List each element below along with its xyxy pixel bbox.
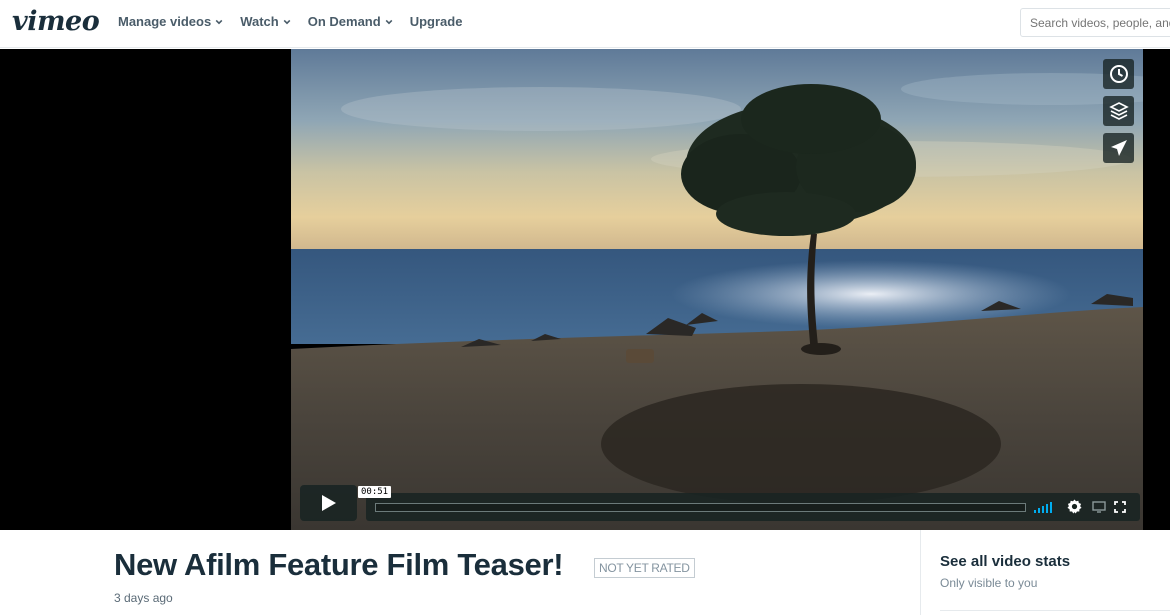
video-title: New Afilm Feature Film Teaser! bbox=[114, 547, 564, 582]
send-icon bbox=[1110, 140, 1127, 156]
fullscreen-icon[interactable] bbox=[1114, 501, 1126, 513]
vimeo-logo[interactable]: vimeo bbox=[12, 6, 100, 37]
volume-icon[interactable] bbox=[1034, 501, 1056, 513]
nav-on-demand-label: On Demand bbox=[307, 14, 381, 29]
divider bbox=[940, 610, 1170, 611]
clock-icon bbox=[1109, 65, 1128, 83]
nav-manage-videos-label: Manage videos bbox=[118, 14, 212, 29]
nav-manage-videos[interactable]: Manage videos bbox=[118, 14, 223, 29]
nav-upgrade-label: Upgrade bbox=[409, 14, 463, 29]
seek-bar[interactable] bbox=[375, 503, 1026, 512]
video-sidebar: See all video stats Only visible to you bbox=[920, 530, 1170, 615]
player-control-bar bbox=[366, 493, 1140, 521]
nav-watch[interactable]: Watch bbox=[240, 14, 291, 29]
play-button[interactable] bbox=[300, 485, 357, 521]
settings-gear-icon[interactable] bbox=[1067, 499, 1082, 514]
nav-watch-label: Watch bbox=[240, 14, 279, 29]
chevron-down-icon bbox=[385, 19, 393, 24]
main-nav: Manage videos Watch On Demand Upgrade bbox=[118, 14, 462, 29]
nav-on-demand[interactable]: On Demand bbox=[308, 14, 393, 29]
stats-visibility-note: Only visible to you bbox=[940, 576, 1038, 590]
video-player bbox=[0, 49, 1170, 530]
upload-date: 3 days ago bbox=[114, 591, 173, 605]
see-all-stats-link[interactable]: See all video stats bbox=[940, 553, 1070, 570]
layers-icon bbox=[1108, 102, 1129, 120]
video-still-image bbox=[291, 49, 1143, 530]
chevron-down-icon bbox=[283, 19, 291, 24]
search-input[interactable] bbox=[1020, 8, 1170, 37]
share-button[interactable] bbox=[1103, 133, 1134, 163]
rating-badge: NOT YET RATED bbox=[594, 558, 695, 578]
nav-upgrade[interactable]: Upgrade bbox=[410, 14, 463, 29]
top-navigation-bar: vimeo Manage videos Watch On Demand Upgr… bbox=[0, 0, 1170, 48]
play-icon bbox=[321, 495, 336, 511]
chevron-down-icon bbox=[215, 19, 223, 24]
pip-icon[interactable] bbox=[1092, 501, 1106, 513]
video-frame[interactable] bbox=[291, 49, 1143, 530]
watch-later-button[interactable] bbox=[1103, 59, 1134, 89]
playback-timecode: 00:51 bbox=[358, 486, 392, 498]
collections-button[interactable] bbox=[1103, 96, 1134, 126]
